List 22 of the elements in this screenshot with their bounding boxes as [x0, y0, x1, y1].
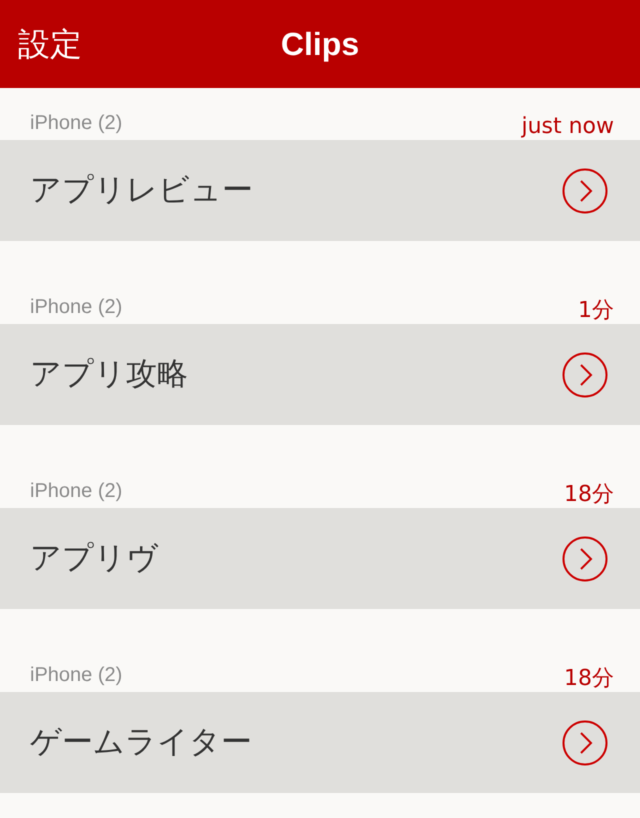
back-button[interactable]: 設定 [18, 20, 82, 68]
time-label: 18分 [564, 481, 614, 506]
chevron-circle-icon[interactable] [562, 536, 608, 582]
time-label: 1分 [578, 297, 614, 322]
clip-title: アプリレビュー [30, 171, 253, 210]
device-label: iPhone (2) [30, 111, 122, 134]
chevron-circle-icon[interactable] [562, 168, 608, 214]
device-label: iPhone (2) [30, 295, 122, 318]
device-label: iPhone (2) [30, 479, 122, 502]
clip-row[interactable]: ゲームライター [0, 692, 640, 793]
chevron-circle-icon[interactable] [562, 352, 608, 398]
time-label: just now [521, 113, 614, 138]
time-label: 18分 [564, 665, 614, 690]
clip-title: ゲームライター [30, 723, 252, 762]
nav-title: Clips [280, 25, 360, 64]
clip-title: アプリ攻略 [30, 355, 188, 394]
clip-row[interactable]: アプリレビュー [0, 140, 640, 241]
clip-title: アプリヴ [30, 539, 158, 578]
clip-row[interactable]: アプリ攻略 [0, 324, 640, 425]
chevron-circle-icon[interactable] [562, 720, 608, 766]
device-label: iPhone (2) [30, 663, 122, 686]
clip-row[interactable]: アプリヴ [0, 508, 640, 609]
